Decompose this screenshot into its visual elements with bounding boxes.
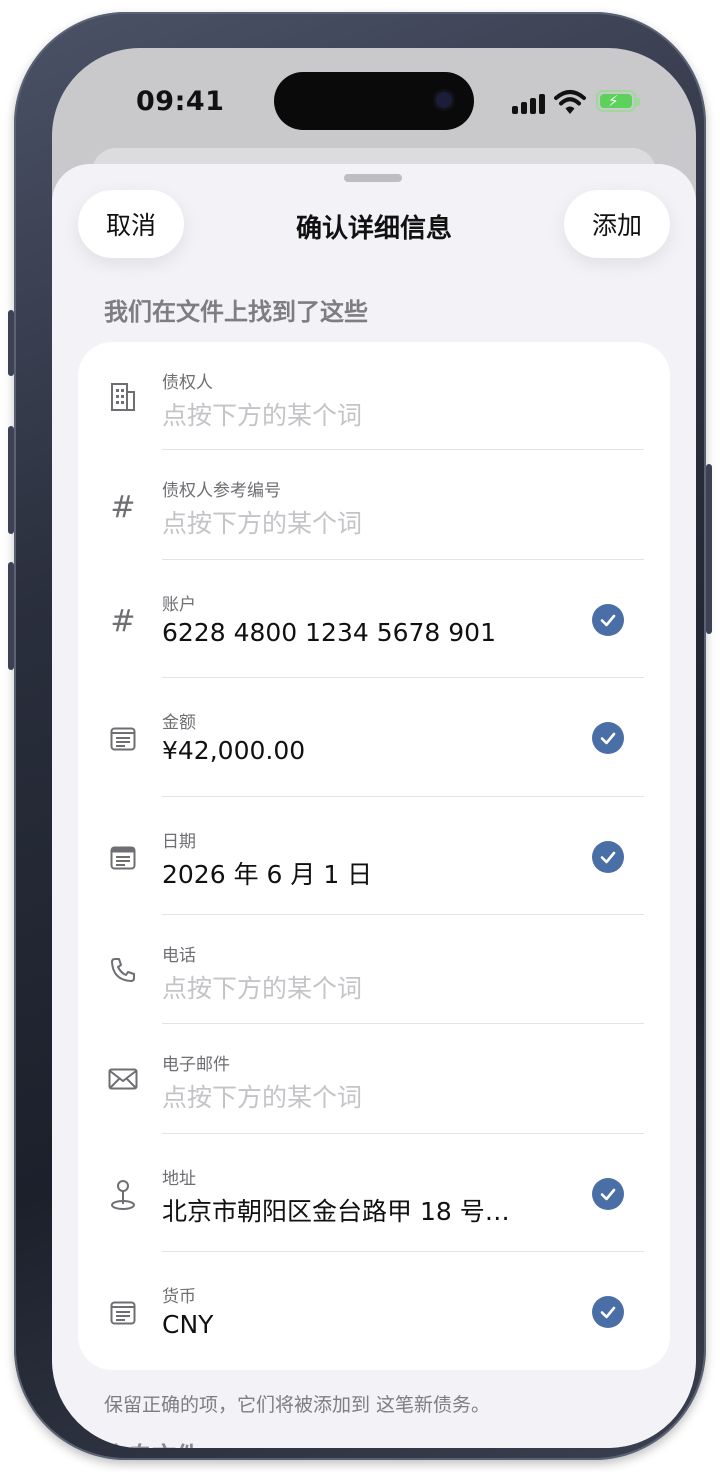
field-value: 2026 年 6 月 1 日: [162, 860, 373, 889]
field-row-creditor[interactable]: 债权人 点按下方的某个词: [78, 342, 670, 450]
checkmark-icon[interactable]: [592, 841, 624, 873]
field-value: 点按下方的某个词: [162, 401, 363, 430]
field-row-date[interactable]: 日期 2026 年 6 月 1 日: [78, 797, 670, 915]
envelope-icon: [106, 1062, 140, 1096]
field-label: 日期: [162, 832, 196, 852]
field-row-phone[interactable]: 电话 点按下方的某个词: [78, 915, 670, 1024]
field-row-account[interactable]: # 账户 6228 4800 1234 5678 901: [78, 560, 670, 678]
volume-up-button: [8, 426, 14, 534]
document-icon: [106, 722, 140, 756]
signal-icon: [512, 92, 548, 114]
checkmark-icon[interactable]: [592, 722, 624, 754]
field-row-address[interactable]: 地址 北京市朝阳区金台路甲 18 号…: [78, 1134, 670, 1252]
hash-icon: #: [110, 489, 136, 525]
field-row-amount[interactable]: 金额 ¥42,000.00: [78, 678, 670, 797]
field-label: 电话: [162, 946, 196, 966]
status-bar: 09:41 ⚡: [52, 48, 696, 158]
field-label: 债权人参考编号: [162, 481, 281, 501]
map-pin-icon: [106, 1178, 140, 1212]
document-icon: [106, 1296, 140, 1330]
checkmark-icon[interactable]: [592, 1296, 624, 1328]
mute-switch: [8, 310, 14, 376]
field-label: 货币: [162, 1287, 196, 1307]
field-label: 电子邮件: [162, 1055, 230, 1075]
footnote: 保留正确的项，它们将被添加到 这笔新债务。: [104, 1394, 491, 1416]
field-value: CNY: [162, 1310, 214, 1339]
screen: 09:41 ⚡ 取消 确认详细信息 添加 我们在文件上找到了这些 债权人 点按下…: [52, 48, 696, 1448]
checkmark-icon[interactable]: [592, 604, 624, 636]
phone-icon: [106, 953, 140, 987]
field-row-currency[interactable]: 货币 CNY: [78, 1252, 670, 1370]
field-label: 地址: [162, 1169, 196, 1189]
confirm-details-sheet: 取消 确认详细信息 添加 我们在文件上找到了这些 债权人 点按下方的某个词 # …: [52, 164, 696, 1448]
calendar-icon: [106, 841, 140, 875]
fields-card: 债权人 点按下方的某个词 # 债权人参考编号 点按下方的某个词 # 账户 622…: [78, 342, 670, 1370]
checkmark-icon[interactable]: [592, 1178, 624, 1210]
phone-frame: 09:41 ⚡ 取消 确认详细信息 添加 我们在文件上找到了这些 债权人 点按下…: [8, 12, 712, 1460]
field-value: 点按下方的某个词: [162, 509, 363, 538]
battery-icon: ⚡: [596, 90, 640, 112]
field-value: 点按下方的某个词: [162, 1083, 363, 1112]
field-label: 债权人: [162, 373, 213, 393]
field-value: ¥42,000.00: [162, 736, 306, 765]
field-label: 账户: [162, 595, 196, 615]
field-value: 6228 4800 1234 5678 901: [162, 618, 496, 647]
field-row-email[interactable]: 电子邮件 点按下方的某个词: [78, 1024, 670, 1134]
status-time: 09:41: [136, 86, 225, 117]
section-header: 我们在文件上找到了这些: [104, 298, 368, 326]
camera-icon: [436, 92, 452, 108]
hash-icon: #: [110, 603, 136, 639]
volume-down-button: [8, 562, 14, 670]
field-row-creditor-ref[interactable]: # 债权人参考编号 点按下方的某个词: [78, 450, 670, 560]
building-icon: [106, 380, 140, 414]
field-label: 金额: [162, 713, 196, 733]
sheet-grabber[interactable]: [344, 174, 402, 182]
power-button: [706, 464, 712, 634]
add-button[interactable]: 添加: [564, 190, 670, 258]
next-section-header: 来自文件: [104, 1436, 200, 1448]
wifi-icon: [554, 90, 586, 114]
field-value: 北京市朝阳区金台路甲 18 号…: [162, 1197, 510, 1226]
field-value: 点按下方的某个词: [162, 974, 363, 1003]
